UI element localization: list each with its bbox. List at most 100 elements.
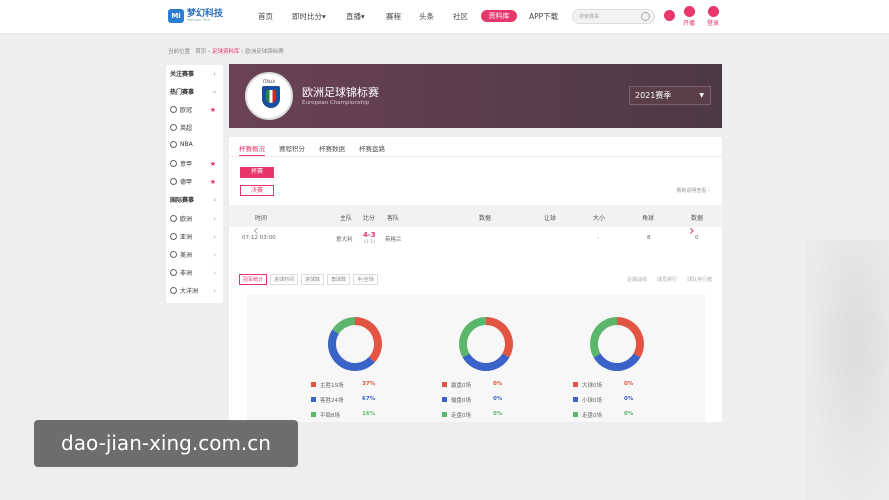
chevron-right-icon: › <box>213 214 216 223</box>
league-icon <box>170 215 177 222</box>
legend-label: 小球0场 <box>582 398 602 404</box>
half-score: (1-1) <box>364 240 375 245</box>
stage-final-button[interactable]: 决赛 <box>240 185 274 196</box>
nav-community[interactable]: 社区 <box>453 11 468 22</box>
nav-live-stream[interactable]: 直播▾ <box>346 11 365 22</box>
nav-live-score[interactable]: 即时比分▾ <box>292 11 326 22</box>
stat-tab-goal-time[interactable]: 进球时间 <box>270 274 299 285</box>
top-navbar: Mi 梦幻科技 MoHuan Tech 首页 即时比分▾ 直播▾ 赛程 头条 社… <box>0 0 889 34</box>
sidebar-item[interactable]: NBA <box>170 141 220 148</box>
stat-tab-champion[interactable]: 冠军统计 <box>239 274 268 285</box>
table-row[interactable]: 07-12 03:00 意大利 4-3 (1-1) 英格兰 - 8 0 <box>229 229 722 249</box>
search-placeholder: 搜索赛事 <box>579 14 600 20</box>
dropdown-arrow-icon: ▼ <box>699 92 704 99</box>
stat-tab-half-full[interactable]: 半/全场 <box>353 274 378 285</box>
legend-percent: 0% <box>493 381 503 387</box>
sidebar-item[interactable]: 欧冠 ★ <box>170 105 220 114</box>
chevron-right-icon: › <box>213 286 216 295</box>
chevron-right-icon: › <box>213 250 216 259</box>
stat-tab-bar: 冠军统计 进球时间 进球数 角球数 半/全场 <box>239 274 381 285</box>
carousel-prev-button[interactable]: ‹ <box>253 223 259 239</box>
stat-tab-corners[interactable]: 角球数 <box>327 274 351 285</box>
league-icon <box>170 160 177 167</box>
legend-item: 客胜24场 67% <box>311 396 421 411</box>
content-panel: 杯赛概况 赛程积分 杯赛数据 杯赛盘路 杯赛 决赛 赛制说明查看 › 时间 主队… <box>229 137 722 422</box>
sidebar-item-label: NBA <box>180 141 193 148</box>
legend-percent: 0% <box>624 381 634 387</box>
sidebar-item[interactable]: 亚洲 › <box>170 232 220 241</box>
legend-label: 主胜19场 <box>320 383 344 389</box>
donut-slice <box>486 317 513 358</box>
star-icon[interactable]: ★ <box>210 178 216 186</box>
legend-label: 走盘0场 <box>582 413 602 419</box>
league-icon <box>170 106 177 113</box>
sidebar-item[interactable]: 美洲 › <box>170 250 220 259</box>
legend-swatch <box>573 397 578 402</box>
match-score[interactable]: 4-3 <box>363 231 376 239</box>
legend-label: 赢盘0场 <box>451 383 471 389</box>
recent-record-link[interactable]: 近期战绩 <box>627 276 647 283</box>
donut-slice <box>332 317 355 334</box>
sidebar-item-label: 英超 <box>180 125 193 132</box>
legend-percent: 16% <box>362 411 376 417</box>
legend-swatch <box>311 382 316 387</box>
nav-home[interactable]: 首页 <box>258 11 273 22</box>
start-stream-button[interactable]: 开播 <box>683 6 695 27</box>
user-icon <box>707 6 719 17</box>
sidebar-item[interactable]: 意甲 ★ <box>170 159 220 168</box>
donut-slice <box>617 317 644 358</box>
stat-tab-goals[interactable]: 进球数 <box>301 274 325 285</box>
sidebar-item[interactable]: 关注赛事 › <box>170 69 220 79</box>
sidebar-item[interactable]: 非洲 › <box>170 268 220 277</box>
sidebar-item[interactable]: 德甲 ★ <box>170 177 220 186</box>
legend-swatch <box>573 382 578 387</box>
sidebar-item-label: 美洲 <box>180 252 193 259</box>
nav-database[interactable]: 资料库 <box>481 10 517 22</box>
stage-cup-button[interactable]: 杯赛 <box>240 167 274 178</box>
carousel-next-button[interactable]: › <box>689 223 695 239</box>
player-ranking-link[interactable]: 球员排行 <box>657 276 677 283</box>
tab-odds[interactable]: 杯赛盘路 <box>359 143 385 156</box>
star-icon[interactable]: ★ <box>210 106 216 114</box>
rules-link[interactable]: 赛制说明查看 › <box>676 187 710 194</box>
sidebar-item[interactable]: 英超 <box>170 123 220 132</box>
sidebar-item[interactable]: 欧洲 › <box>170 214 220 223</box>
legend-item: 走盘0场 0% <box>573 411 683 426</box>
nav-headlines[interactable]: 头条 <box>419 11 434 22</box>
breadcrumb-library[interactable]: 足球资料库 <box>212 49 240 55</box>
legend-item: 走盘0场 0% <box>442 411 552 426</box>
team-ranking-link[interactable]: 球队排行榜 <box>687 276 712 283</box>
login-button[interactable]: 登录 <box>707 6 719 27</box>
tab-stats[interactable]: 杯赛数据 <box>319 143 345 156</box>
away-team[interactable]: 英格兰 <box>385 235 402 243</box>
donut-charts-area: 主胜19场 37% 客胜24场 67% 平局8场 16% 赢盘0场 0% 输盘0场 0% 走盘0场… <box>247 295 705 422</box>
donut-slice <box>355 317 382 363</box>
history-icon[interactable] <box>664 10 675 22</box>
sidebar-item[interactable]: 国际赛事 › <box>170 195 220 205</box>
sidebar-item-label: 亚洲 <box>180 234 193 241</box>
legend-swatch <box>311 397 316 402</box>
tournament-subtitle: European Championship <box>302 100 370 106</box>
league-icon <box>170 141 177 148</box>
stream-icon <box>683 6 695 17</box>
home-team[interactable]: 意大利 <box>336 235 353 243</box>
chevron-right-icon: › <box>213 268 216 277</box>
star-icon[interactable]: ★ <box>210 160 216 168</box>
sidebar-item-label: 国际赛事 <box>170 197 195 204</box>
search-icon[interactable] <box>641 12 650 21</box>
league-icon <box>170 287 177 294</box>
breadcrumb-home[interactable]: 首页 <box>195 49 206 55</box>
donut-slice <box>328 329 375 371</box>
sidebar-item[interactable]: 大洋洲 › <box>170 286 220 295</box>
search-input[interactable]: 搜索赛事 <box>572 9 655 24</box>
sidebar-item-label: 德甲 <box>180 179 193 186</box>
sidebar-item[interactable]: 热门赛事 › <box>170 87 220 96</box>
season-select[interactable]: 2021赛季 ▼ <box>629 86 711 105</box>
tab-schedule[interactable]: 赛程积分 <box>279 143 305 156</box>
legend-item: 平局8场 16% <box>311 411 421 426</box>
legend-label: 走盘0场 <box>451 413 471 419</box>
nav-app-download[interactable]: APP下载 <box>529 11 558 22</box>
tab-overview[interactable]: 杯赛概况 <box>239 143 265 156</box>
nav-schedule[interactable]: 赛程 <box>386 11 401 22</box>
league-icon <box>170 251 177 258</box>
